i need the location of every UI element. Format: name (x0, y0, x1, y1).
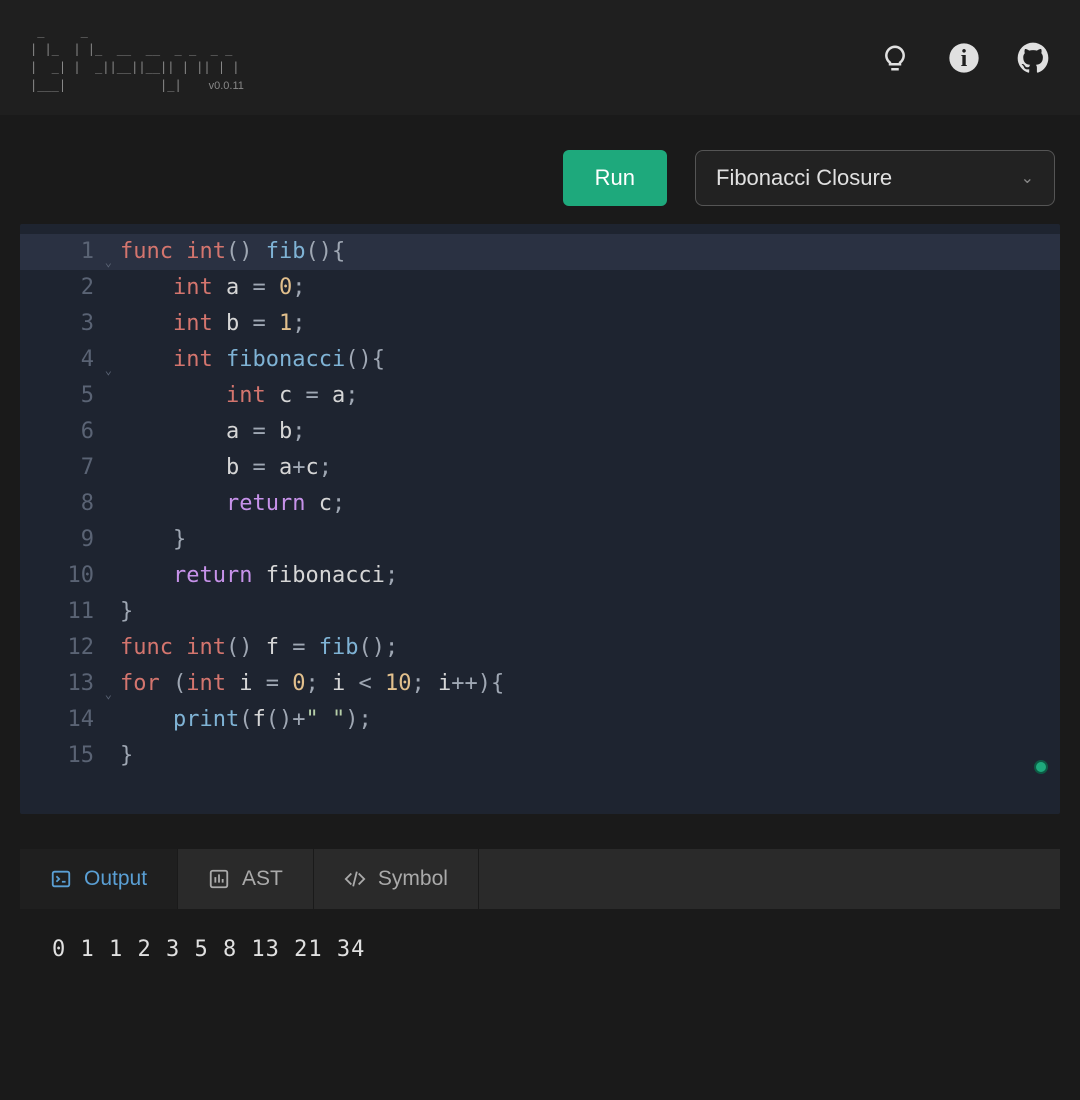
code-content[interactable]: return fibonacci; (102, 558, 398, 594)
code-line[interactable]: 14 print(f()+" "); (20, 702, 1060, 738)
line-number: 3 (20, 306, 102, 342)
code-content[interactable]: b = a+c; (102, 450, 332, 486)
code-content[interactable]: return c; (102, 486, 345, 522)
line-number: 7 (20, 450, 102, 486)
code-content[interactable]: int b = 1; (102, 306, 305, 342)
code-content[interactable]: } (102, 738, 133, 774)
controls-row: Run Fibonacci Closure ⌄ (20, 150, 1060, 206)
code-line[interactable]: 7 b = a+c; (20, 450, 1060, 486)
version-label: v0.0.11 (209, 80, 244, 92)
code-content[interactable]: } (102, 594, 133, 630)
code-line[interactable]: 5 int c = a; (20, 378, 1060, 414)
github-icon[interactable] (1016, 41, 1050, 75)
code-line[interactable]: 8 return c; (20, 486, 1060, 522)
line-number: 11 (20, 594, 102, 630)
line-number: 14 (20, 702, 102, 738)
line-number: 10 (20, 558, 102, 594)
fold-icon[interactable]: ⌄ (105, 676, 112, 712)
tab-output-label: Output (84, 867, 147, 891)
chevron-down-icon: ⌄ (1021, 168, 1034, 188)
code-line[interactable]: 10 return fibonacci; (20, 558, 1060, 594)
code-content[interactable]: int fibonacci(){ (102, 342, 385, 378)
code-line[interactable]: 15} (20, 738, 1060, 774)
header-icons: i (878, 41, 1050, 75)
code-line[interactable]: 12func int() f = fib(); (20, 630, 1060, 666)
code-line[interactable]: 13⌄for (int i = 0; i < 10; i++){ (20, 666, 1060, 702)
code-content[interactable]: } (102, 522, 186, 558)
terminal-icon (50, 868, 72, 890)
code-content[interactable]: a = b; (102, 414, 305, 450)
code-line[interactable]: 3 int b = 1; (20, 306, 1060, 342)
output-tabs: Output AST Symbol (20, 849, 1060, 909)
line-number: 8 (20, 486, 102, 522)
line-number: 2 (20, 270, 102, 306)
code-content[interactable]: func int() f = fib(); (102, 630, 398, 666)
code-line[interactable]: 6 a = b; (20, 414, 1060, 450)
code-content[interactable]: for (int i = 0; i < 10; i++){ (102, 666, 504, 702)
line-number: 9 (20, 522, 102, 558)
chart-icon (208, 868, 230, 890)
tab-ast[interactable]: AST (178, 849, 314, 909)
line-number: 12 (20, 630, 102, 666)
logo-block: _ _ | |_ | |_ __ __ _ _ _ _ | _| | _||__… (30, 22, 247, 94)
code-line[interactable]: 1⌄func int() fib(){ (20, 234, 1060, 270)
tab-ast-label: AST (242, 867, 283, 891)
fold-icon[interactable]: ⌄ (105, 352, 112, 388)
line-number: 15 (20, 738, 102, 774)
lightbulb-icon[interactable] (878, 41, 912, 75)
example-selector[interactable]: Fibonacci Closure ⌄ (695, 150, 1055, 206)
run-button[interactable]: Run (563, 150, 667, 206)
tab-symbol[interactable]: Symbol (314, 849, 479, 909)
code-content[interactable]: func int() fib(){ (102, 234, 345, 270)
code-content[interactable]: print(f()+" "); (102, 702, 372, 738)
main-area: Run Fibonacci Closure ⌄ 1⌄func int() fib… (0, 115, 1080, 1099)
line-number: 13⌄ (20, 666, 102, 702)
svg-text:i: i (961, 46, 968, 72)
line-number: 1⌄ (20, 234, 102, 270)
code-line[interactable]: 11} (20, 594, 1060, 630)
tab-symbol-label: Symbol (378, 867, 448, 891)
code-editor[interactable]: 1⌄func int() fib(){2 int a = 0;3 int b =… (20, 224, 1060, 814)
fold-icon[interactable]: ⌄ (105, 244, 112, 280)
tab-output[interactable]: Output (20, 849, 178, 909)
line-number: 5 (20, 378, 102, 414)
example-selector-label: Fibonacci Closure (716, 165, 892, 191)
code-icon (344, 868, 366, 890)
code-line[interactable]: 4⌄ int fibonacci(){ (20, 342, 1060, 378)
code-content[interactable]: int a = 0; (102, 270, 305, 306)
output-panel: 0 1 1 2 3 5 8 13 21 34 (20, 909, 1060, 1079)
code-line[interactable]: 9 } (20, 522, 1060, 558)
header: _ _ | |_ | |_ __ __ _ _ _ _ | _| | _||__… (0, 0, 1080, 115)
info-icon[interactable]: i (947, 41, 981, 75)
output-text: 0 1 1 2 3 5 8 13 21 34 (52, 937, 365, 962)
code-content[interactable]: int c = a; (102, 378, 358, 414)
line-number: 6 (20, 414, 102, 450)
status-indicator-icon (1034, 760, 1048, 774)
line-number: 4⌄ (20, 342, 102, 378)
code-line[interactable]: 2 int a = 0; (20, 270, 1060, 306)
